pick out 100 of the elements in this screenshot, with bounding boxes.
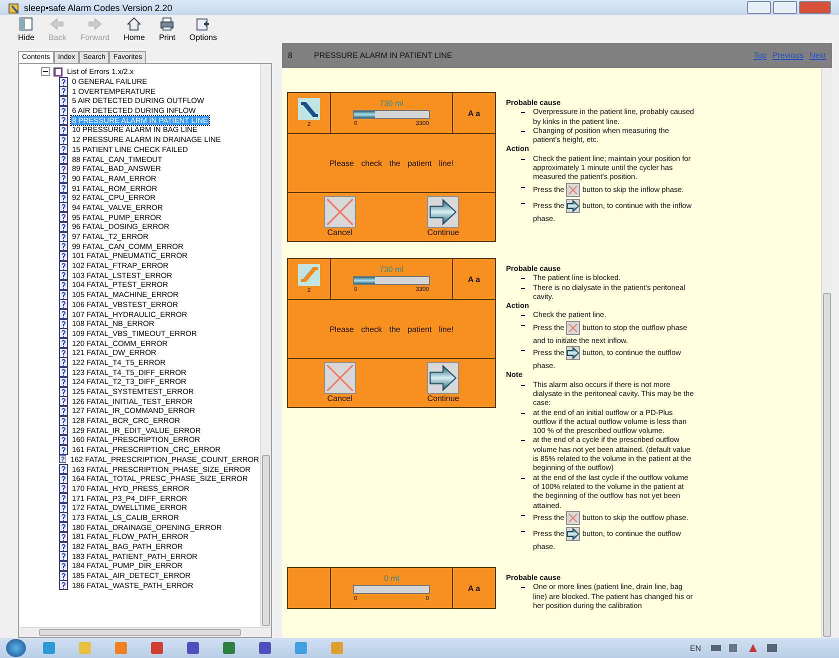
vertical-scrollbar[interactable] [260,64,271,627]
help-page-icon [59,542,68,552]
bullet-mark [521,478,525,479]
help-page-icon [59,144,68,154]
help-page-icon [59,580,68,590]
continue-button[interactable]: Continue [427,362,460,403]
print-icon [159,16,176,32]
cross-icon [566,320,580,335]
help-page-icon [59,299,68,310]
hide-button[interactable]: Hide [14,16,38,42]
app-icon [114,641,128,655]
help-page-icon [59,502,68,513]
bullet-mark [521,158,525,160]
cross-icon [566,182,580,197]
cross-icon [324,362,356,394]
help-page-icon [59,212,68,222]
arrow-right-icon [566,346,580,360]
arrow-right-icon [566,526,580,541]
help-page-icon [59,474,68,484]
help-page-icon [59,106,68,116]
help-page-icon [59,386,68,397]
help-page-icon [59,309,68,320]
volume-reading: 730 ml [379,265,404,274]
cross-icon [566,510,580,525]
bullet-mark [521,440,525,442]
home-button[interactable]: Home [120,16,149,42]
bullet-mark [521,202,525,204]
help-page-icon [59,406,68,416]
app-icon [42,641,56,655]
alarm-message: Please check the patient line! [329,158,454,168]
font-size-label: A a [468,108,480,118]
help-page-icon [59,154,68,164]
minus-icon[interactable] [41,67,50,76]
help-page-icon [59,396,68,406]
app-icon [258,641,272,655]
bullet-mark [521,514,525,516]
bullet-mark [521,130,525,132]
forward-icon [86,16,103,32]
help-page-icon [59,250,68,261]
start-button[interactable] [6,639,26,657]
bullet-mark [521,324,525,326]
language-indicator[interactable]: EN [690,644,701,652]
window-title: sleep•safe Alarm Codes Version 2.20 [24,2,174,12]
help-page-icon [59,522,68,532]
help-page-icon [59,86,68,96]
continue-button[interactable]: Continue [427,196,460,237]
cancel-button[interactable]: Cancel [324,362,356,403]
help-page-icon [59,328,68,338]
help-page-icon [59,290,68,300]
close-button[interactable] [799,1,831,14]
app-icon [8,2,20,14]
help-page-icon [59,551,68,562]
arrow-right-icon [566,198,580,213]
bullet-mark [521,278,525,280]
help-page-icon [59,183,68,194]
help-page-icon [59,376,68,387]
help-page-icon [59,416,68,426]
help-page-icon [59,444,68,455]
font-size-label: A a [468,584,480,593]
help-page-icon [59,192,68,203]
help-page-icon [59,560,68,571]
help-page-icon [59,124,68,135]
bullet-mark [521,186,525,188]
maximize-button[interactable] [773,1,797,14]
help-page-icon [59,270,68,280]
hide-icon [18,16,34,32]
tray-icons-drawing [709,642,779,654]
volume-reading: 0 ml [384,574,400,584]
help-page-icon [59,164,68,174]
help-page-icon [59,483,68,494]
help-page-icon [59,260,68,271]
help-page-icon [59,357,68,368]
cross-icon [324,196,356,228]
help-page-icon [59,434,68,445]
arrow-right-icon [427,196,460,228]
help-page-icon [59,115,68,126]
vertical-scrollbar[interactable] [821,68,832,638]
help-page-icon [59,464,68,474]
minimize-button[interactable] [747,1,771,14]
help-page-icon [59,173,68,184]
book-icon [53,66,63,77]
horizontal-scrollbar[interactable] [19,627,271,637]
topic-title: PRESSURE ALARM IN PATIENT LINE [314,51,454,60]
cancel-button[interactable]: Cancel [324,196,356,237]
bullet-mark [521,384,525,386]
help-page-icon [59,222,68,232]
arrow-right-icon [427,362,460,394]
bullet-mark [521,587,525,588]
help-page-icon [59,134,68,145]
help-page-icon [59,532,68,542]
help-page-icon [59,318,68,329]
bullet-mark [521,530,525,532]
help-page-icon [59,338,68,348]
app-icon [294,641,308,655]
alarm-message: Please check the patient line! [329,324,454,334]
bullet-mark [521,412,525,414]
print-button[interactable]: Print [154,16,180,42]
help-page-icon [59,232,68,242]
app-icon [78,641,92,655]
options-button[interactable]: Options [185,16,221,42]
